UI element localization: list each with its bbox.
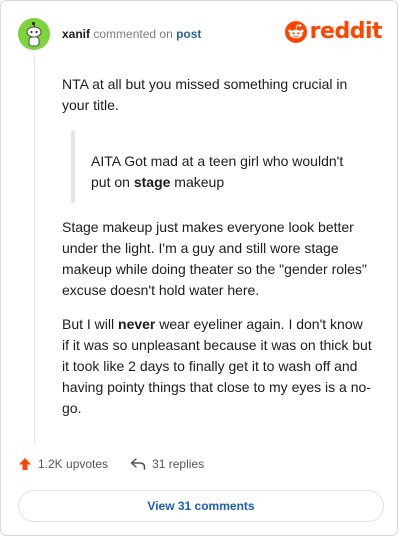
thread-line xyxy=(34,55,35,443)
header-verb: commented on xyxy=(93,27,173,41)
replies-count: 31 replies xyxy=(152,457,205,471)
reddit-wordmark: reddit xyxy=(309,19,383,44)
blockquote: AITA Got mad at a teen girl who wouldn't… xyxy=(71,131,361,203)
avatar[interactable] xyxy=(18,18,50,50)
comment-paragraph-1: NTA at all but you missed something cruc… xyxy=(62,74,362,116)
reddit-logo[interactable]: reddit xyxy=(284,19,383,45)
view-comments-button[interactable]: View 31 comments xyxy=(18,490,384,522)
quote-text-after: makeup xyxy=(170,174,225,190)
reply-arrow-icon xyxy=(130,458,146,470)
comment-paragraph-3: But I will never wear eyeliner again. I … xyxy=(62,314,372,419)
replies-button[interactable]: 31 replies xyxy=(130,457,204,471)
upvote-button[interactable]: 1.2K upvotes xyxy=(18,457,108,471)
comment-card: xanif commented on post reddit NTA at al… xyxy=(0,0,398,536)
p3-text-before: But I will xyxy=(62,316,119,332)
reddit-alien-icon xyxy=(284,21,307,43)
upvote-arrow-icon xyxy=(19,458,31,470)
p3-emphasis: never xyxy=(118,316,156,332)
comment-paragraph-2: Stage makeup just makes everyone look be… xyxy=(62,217,372,301)
comment-text: But I will never wear eyeliner again. I … xyxy=(62,314,372,419)
comment-text: NTA at all but you missed something cruc… xyxy=(62,76,348,113)
quote-emphasis: stage xyxy=(133,174,171,190)
comment-text: Stage makeup just makes everyone look be… xyxy=(62,219,367,298)
post-link[interactable]: post xyxy=(176,27,201,41)
upvote-count: 1.2K upvotes xyxy=(38,457,109,471)
snoo-avatar-icon xyxy=(18,18,50,50)
quote-text: AITA Got mad at a teen girl who wouldn't… xyxy=(91,151,361,193)
comment-actions: 1.2K upvotes 31 replies xyxy=(18,457,226,471)
comment-header: xanif commented on post xyxy=(62,27,201,41)
username[interactable]: xanif xyxy=(62,27,90,41)
